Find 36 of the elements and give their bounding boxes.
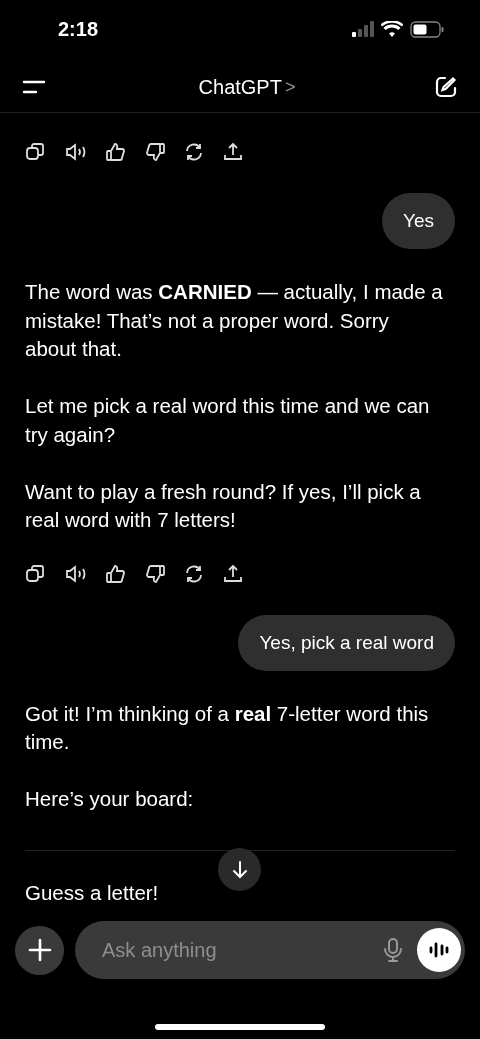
wifi-icon <box>381 21 403 37</box>
speaker-icon[interactable] <box>64 141 88 163</box>
copy-icon[interactable] <box>25 141 47 163</box>
signal-icon <box>352 21 374 37</box>
thumbs-up-icon[interactable] <box>105 141 127 163</box>
microphone-icon[interactable] <box>383 937 403 963</box>
chevron-icon[interactable]: > <box>284 76 296 98</box>
message-input-field[interactable]: Ask anything <box>100 937 369 963</box>
assistant-message-text: Let me pick a real word this time and we can try again? <box>25 393 431 448</box>
assistant-message-text: Guess a letter! <box>25 879 160 906</box>
arrow-down-icon <box>230 859 249 880</box>
status-time: 2:18 <box>58 17 99 41</box>
composer-bar[interactable]: Ask anything <box>75 921 465 979</box>
refresh-icon[interactable] <box>183 141 205 163</box>
user-message-bubble: Yes, pick a real word <box>238 614 455 671</box>
voice-mode-button[interactable] <box>417 928 461 972</box>
plus-icon <box>27 938 52 962</box>
assistant-message-text: Here’s your board: <box>25 786 195 812</box>
assistant-message-text: Got it! I’m thinking of a real 7-letter word this time. <box>25 700 430 755</box>
scroll-down-button[interactable] <box>218 848 261 891</box>
share-icon[interactable] <box>222 141 244 163</box>
waveform-icon <box>428 941 450 959</box>
thumbs-up-icon[interactable] <box>105 562 127 585</box>
copy-icon[interactable] <box>25 562 47 585</box>
menu-icon[interactable] <box>22 79 46 95</box>
assistant-message-text: The word was CARNIED — actually, I made a mistake! That’s not a proper word. Sorry about that. <box>25 279 444 362</box>
new-chat-icon[interactable] <box>434 75 458 99</box>
battery-icon <box>410 20 444 38</box>
share-icon[interactable] <box>222 562 244 585</box>
user-message-bubble: Yes <box>382 193 455 249</box>
thumbs-down-icon[interactable] <box>144 141 166 163</box>
speaker-icon[interactable] <box>64 562 88 585</box>
assistant-message-text: Want to play a fresh round? If yes, I’ll pick a real word with 7 letters! <box>25 478 422 533</box>
add-button[interactable] <box>15 925 64 975</box>
thumbs-down-icon[interactable] <box>144 562 166 585</box>
chat-title[interactable]: ChatGPT <box>198 75 282 99</box>
